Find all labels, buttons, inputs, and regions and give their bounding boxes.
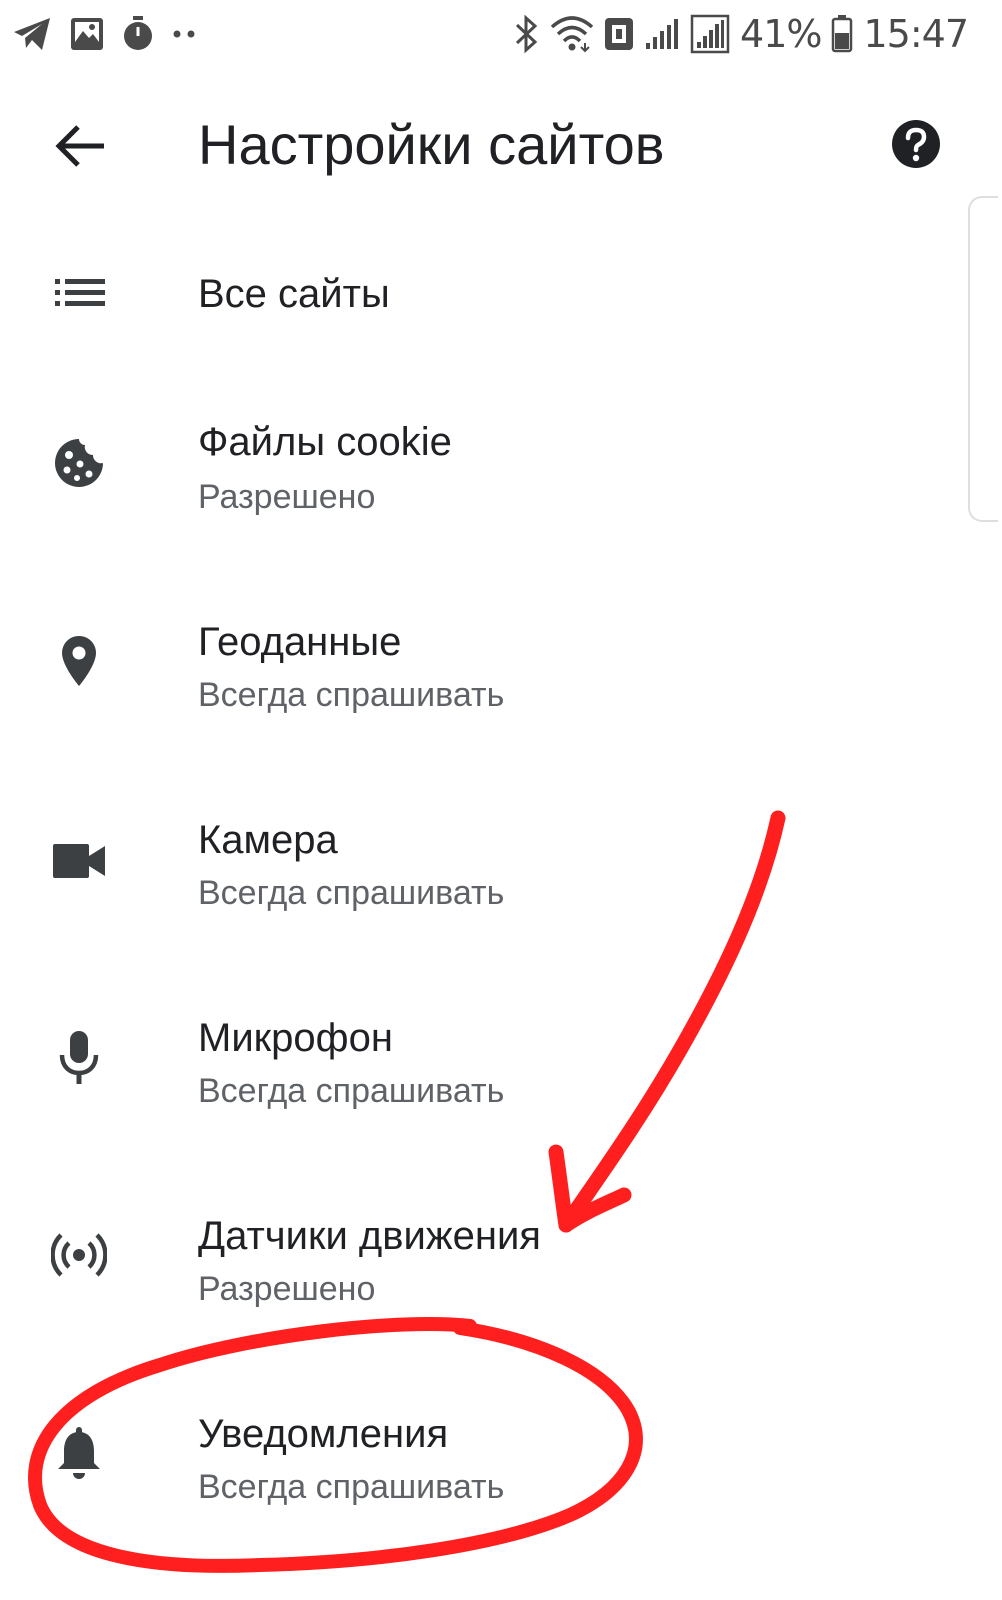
item-subtitle: Разрешено bbox=[198, 478, 376, 516]
help-icon bbox=[892, 120, 940, 168]
nfc-icon bbox=[604, 17, 634, 51]
list-item-all-sites[interactable]: Все сайты bbox=[0, 206, 968, 382]
item-subtitle: Всегда спрашивать bbox=[198, 874, 505, 912]
item-title: Геоданные bbox=[198, 620, 402, 664]
location-pin-icon bbox=[50, 632, 108, 690]
site-settings-screen: 41% 15:47 Настройки сайтов Все сайты Фай… bbox=[0, 0, 1002, 1600]
status-bar: 41% 15:47 bbox=[0, 0, 1002, 70]
stopwatch-icon bbox=[122, 16, 154, 52]
bluetooth-icon bbox=[514, 14, 540, 54]
list-item-notifications[interactable]: Уведомления Всегда спрашивать bbox=[0, 1372, 968, 1570]
item-subtitle: Всегда спрашивать bbox=[198, 676, 505, 714]
scrollbar[interactable] bbox=[968, 196, 998, 522]
status-left-icons bbox=[12, 12, 198, 56]
videocam-icon bbox=[50, 832, 108, 890]
motion-sensor-icon bbox=[50, 1226, 108, 1284]
item-title: Камера bbox=[198, 818, 338, 862]
list-icon bbox=[50, 264, 108, 322]
more-dots-icon bbox=[172, 29, 198, 39]
telegram-icon bbox=[12, 16, 52, 52]
page-title: Настройки сайтов bbox=[198, 113, 665, 176]
list-item-camera[interactable]: Камера Всегда спрашивать bbox=[0, 778, 968, 976]
item-title: Уведомления bbox=[198, 1412, 449, 1456]
app-bar: Настройки сайтов bbox=[0, 86, 1002, 206]
help-button[interactable] bbox=[890, 118, 942, 170]
battery-percent: 41% bbox=[740, 12, 822, 56]
list-item-cookies[interactable]: Файлы cookie Разрешено bbox=[0, 382, 968, 580]
microphone-icon bbox=[50, 1028, 108, 1086]
item-title: Микрофон bbox=[198, 1016, 393, 1060]
gallery-icon bbox=[70, 17, 104, 51]
list-item-location[interactable]: Геоданные Всегда спрашивать bbox=[0, 580, 968, 778]
list-item-microphone[interactable]: Микрофон Всегда спрашивать bbox=[0, 976, 968, 1174]
item-subtitle: Всегда спрашивать bbox=[198, 1072, 505, 1110]
signal-icon bbox=[690, 14, 730, 54]
status-right-icons: 41% 15:47 bbox=[514, 10, 969, 58]
battery-icon bbox=[831, 15, 853, 53]
status-time: 15:47 bbox=[863, 12, 969, 56]
item-title: Файлы cookie bbox=[198, 420, 452, 464]
item-title: Все сайты bbox=[198, 272, 390, 316]
item-title: Датчики движения bbox=[198, 1214, 541, 1258]
arrow-back-icon bbox=[55, 125, 104, 167]
signal-icon bbox=[644, 17, 680, 51]
item-subtitle: Всегда спрашивать bbox=[198, 1468, 505, 1506]
wifi-icon bbox=[550, 15, 594, 53]
bell-icon bbox=[50, 1424, 108, 1482]
list-item-motion-sensors[interactable]: Датчики движения Разрешено bbox=[0, 1174, 968, 1372]
cookie-icon bbox=[50, 434, 108, 492]
back-button[interactable] bbox=[48, 114, 112, 178]
item-subtitle: Разрешено bbox=[198, 1270, 376, 1308]
